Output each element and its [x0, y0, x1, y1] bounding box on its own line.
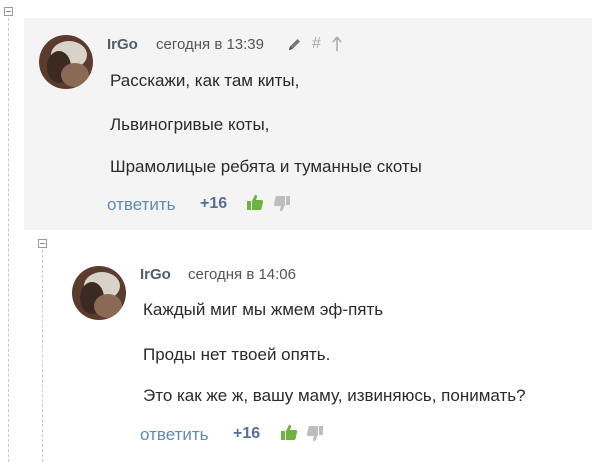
arrow-up-icon[interactable]	[331, 36, 343, 57]
comment-text-line: Проды нет твоей опять.	[143, 345, 331, 364]
comment-text-line: Каждый миг мы жмем эф-пять	[143, 300, 384, 319]
comment-text-line: Львиногривые коты,	[110, 115, 270, 134]
comment-date[interactable]: сегодня в 13:39	[156, 36, 264, 53]
thumbs-up-icon[interactable]	[246, 193, 264, 216]
comment-text-line: Расскажи, как там киты,	[110, 71, 300, 90]
comment-author[interactable]: IrGo	[107, 36, 138, 53]
avatar[interactable]	[72, 266, 126, 320]
rating-value: +16	[200, 195, 228, 212]
thread-line	[42, 250, 43, 462]
comment-date[interactable]: сегодня в 14:06	[188, 266, 296, 283]
reply-link[interactable]: ответить	[140, 425, 209, 445]
comment-text-line: Шрамолицые ребята и туманные скоты	[110, 157, 422, 176]
comment-text-line: Это как же ж, вашу маму, извиняюсь, пони…	[143, 386, 526, 405]
rating-value: +16	[233, 425, 261, 442]
thumbs-down-icon[interactable]	[273, 195, 291, 218]
thread-line	[8, 18, 9, 462]
avatar[interactable]	[39, 35, 93, 89]
hash-icon[interactable]: #	[312, 35, 321, 53]
thumbs-down-icon[interactable]	[306, 425, 324, 448]
reply-link[interactable]: ответить	[107, 195, 176, 215]
collapse-thread-button[interactable]	[4, 7, 13, 16]
thumbs-up-icon[interactable]	[280, 423, 298, 446]
collapse-thread-button[interactable]	[38, 239, 47, 248]
pencil-icon[interactable]	[287, 37, 302, 57]
comment-author[interactable]: IrGo	[140, 266, 171, 283]
